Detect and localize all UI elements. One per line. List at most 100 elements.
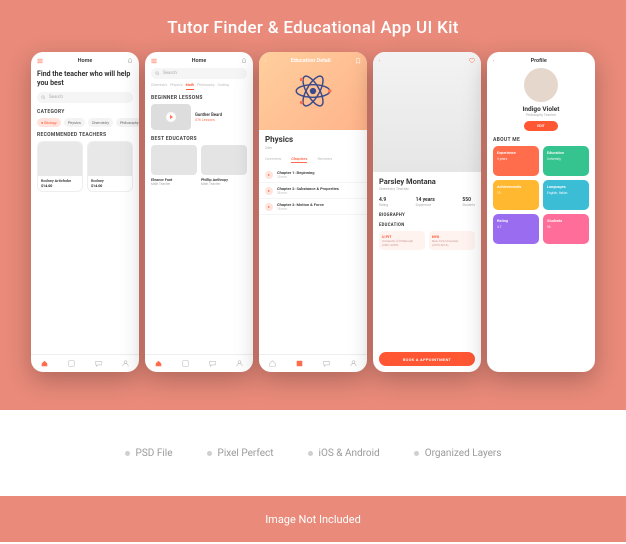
lesson-thumbnail[interactable] [151,104,191,130]
book-icon[interactable] [68,360,75,367]
bell-icon[interactable] [127,58,133,64]
subject-title: Physics [259,130,367,146]
about-card[interactable]: Experience5 years [493,146,539,176]
play-icon[interactable] [265,187,273,195]
edit-button[interactable]: EDIT [524,121,558,131]
screen-home-lessons: Home Search ChemistryPhysicsMathPhilosop… [145,52,253,372]
search-icon [41,95,46,100]
educator-name: Eleanor Fant [151,175,197,182]
screen-my-profile: ‹ Profile Indigo Violet Philosophy Teach… [487,52,595,372]
profile-name: Indigo Violet [487,105,595,113]
category-chip[interactable]: Physics [64,118,85,127]
header-title: Home [43,58,127,64]
book-icon[interactable] [182,360,189,367]
play-icon[interactable] [265,203,273,211]
back-icon[interactable]: ‹ [379,59,380,64]
atom-icon [292,70,334,112]
about-card-value: 4.7 [497,223,535,229]
bell-icon[interactable] [241,58,247,64]
educator-card[interactable]: Phillip AnthropyMath Teacher [201,145,247,186]
subject-tab[interactable]: Philosophy [197,83,215,90]
play-icon[interactable] [265,171,273,179]
educator-name: Phillip Anthropy [201,175,247,182]
chapter-item[interactable]: Chapter 3: Motion & Force18 min [259,199,367,215]
stat-item: 14 yearsExperience [416,197,435,207]
chapter-item[interactable]: Chapter 1: Beginning10 min [259,167,367,183]
search-input[interactable]: Search [37,92,133,103]
about-card[interactable]: Achievements10 [493,180,539,210]
home-icon[interactable] [41,360,48,367]
about-card-value: 10 [497,189,535,195]
uni-years: (2010-2014) [432,243,472,247]
subject-tab[interactable]: Coding [218,83,229,90]
chapter-meta: 10 min [277,175,315,179]
detail-tab[interactable]: Chapters [291,156,307,163]
biography-label: BIOGRAPHY [373,211,481,221]
bookmark-icon[interactable] [355,58,361,64]
educator-grid: Eleanor FantMath TeacherPhillip Anthropy… [145,145,253,186]
teacher-card[interactable]: Rodney$14.00 [87,141,133,192]
about-card[interactable]: Students56 [543,214,589,244]
teacher-card[interactable]: Rodney Artichoke$14.00 [37,141,83,192]
search-input[interactable]: Search [151,68,247,79]
bullet-icon [125,451,130,456]
detail-tab[interactable]: Overview [265,156,281,163]
category-chip[interactable]: Chemistry [88,118,113,127]
about-grid: Experience5 yearsEducationUniversityAchi… [487,146,595,248]
about-me-label: ABOUT ME [487,135,595,146]
teacher-photo [373,52,481,172]
detail-tab[interactable]: Reviews [317,156,332,163]
tabbar [31,354,139,372]
chat-icon[interactable] [323,360,330,367]
subject-tab[interactable]: Math [186,83,194,90]
screen-home-discover: Home Find the teacher who will help you … [31,52,139,372]
stat-item: 4.9Rating [379,197,388,207]
book-icon[interactable] [296,360,303,367]
about-card[interactable]: EducationUniversity [543,146,589,176]
teacher-role: Chemistry Teacher [373,187,481,195]
teacher-scroll[interactable]: Rodney Artichoke$14.00Rodney$14.00 [31,141,139,196]
teacher-photo [88,142,132,176]
educator-photo [151,145,197,175]
feature-item: PSD File [125,448,173,459]
heart-icon[interactable] [469,58,475,64]
chat-icon[interactable] [209,360,216,367]
stat-label: Students [462,203,475,207]
feature-label: Organized Layers [425,448,502,459]
home-icon[interactable] [155,360,162,367]
about-card-value: 5 years [497,155,535,161]
about-card[interactable]: Rating4.7 [493,214,539,244]
educator-photo [201,145,247,175]
user-icon[interactable] [236,360,243,367]
chapter-item[interactable]: Chapter 2: Substance & Properties28 min [259,183,367,199]
university-card: NYUNew York University(2010-2014) [429,231,475,250]
screen-education-detail: ‹ Education Detail Physics 24m OverviewC… [259,52,367,372]
play-icon[interactable] [166,112,176,122]
educator-card[interactable]: Eleanor FantMath Teacher [151,145,197,186]
subject-tab[interactable]: Chemistry [151,83,167,90]
header-title: Profile [494,58,583,64]
chat-icon[interactable] [95,360,102,367]
book-appointment-button[interactable]: BOOK A APPOINTMENT [379,352,475,366]
category-chip[interactable]: ● Biology [37,118,61,127]
chapter-list: Chapter 1: Beginning10 minChapter 2: Sub… [259,167,367,215]
stat-item: 550Students [462,197,475,207]
category-chip[interactable]: Philosophy [116,118,139,127]
search-icon [155,71,160,76]
about-card-value: English, Italian [547,189,585,195]
chapter-meta: 28 min [277,191,339,195]
subject-tab[interactable]: Physics [170,83,182,90]
lesson-card[interactable]: Gunther Beard 576 Lessons [145,104,253,134]
footnote: Image Not Included [0,496,626,542]
beginner-label: BEGINNER LESSONS [145,93,253,104]
avatar[interactable] [524,68,558,102]
best-educators-label: BEST EDUCATORS [145,134,253,145]
search-placeholder: Search [163,71,177,76]
user-icon[interactable] [122,360,129,367]
feature-label: Pixel Perfect [218,448,274,459]
user-icon[interactable] [350,360,357,367]
home-icon[interactable] [269,360,276,367]
bullet-icon [207,451,212,456]
feature-item: Pixel Perfect [207,448,274,459]
about-card[interactable]: LanguagesEnglish, Italian [543,180,589,210]
